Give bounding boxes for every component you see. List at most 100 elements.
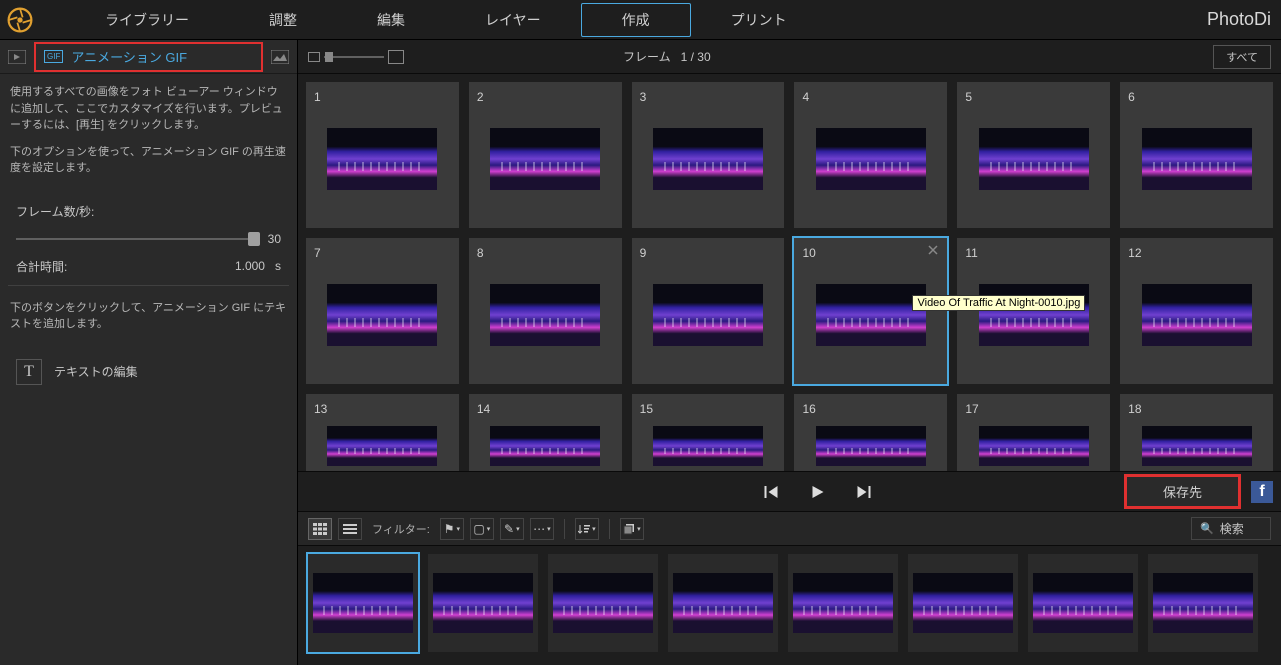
image-mode-icon[interactable] [269,46,291,68]
next-frame-button[interactable] [854,483,872,501]
search-label: 検索 [1220,520,1244,537]
filter-label: フィルター: [372,521,430,537]
frame-cell[interactable]: 9 [632,238,785,384]
zoom-slider[interactable] [324,56,384,58]
view-list-button[interactable] [338,518,362,540]
frame-number: 8 [475,244,616,266]
playback-mode-icon[interactable] [6,46,28,68]
close-icon[interactable] [927,244,939,256]
tool-bar: フィルター: ⚑▾ ▢▾ ✎▾ ⋯▾ ▾ ▾ 🔍 検索 [298,511,1281,545]
filmstrip [298,545,1281,665]
frame-thumbnail [816,426,926,466]
frame-thumbnail [490,128,600,190]
filmstrip-item[interactable] [428,554,538,652]
filmstrip-item[interactable] [1148,554,1258,652]
frame-cell[interactable]: 13 [306,394,459,471]
frame-cell[interactable]: 12 [1120,238,1273,384]
frame-cell[interactable]: 4 [794,82,947,228]
fps-value: 30 [268,232,281,246]
tab-layer[interactable]: レイヤー [445,2,581,38]
top-tab-bar: ライブラリー 調整 編集 レイヤー 作成 プリント PhotoDi [0,0,1281,40]
frame-thumbnail [490,284,600,346]
filmstrip-thumbnail [433,573,533,633]
frame-cell[interactable]: 16 [794,394,947,471]
frame-cell[interactable]: 8 [469,238,622,384]
play-button[interactable] [808,483,826,501]
gif-icon: GIF [44,50,63,63]
filter-flag-button[interactable]: ⚑▾ [440,518,464,540]
filmstrip-item[interactable] [908,554,1018,652]
frame-thumbnail [979,426,1089,466]
frame-number: 12 [1126,244,1267,266]
tab-adjust[interactable]: 調整 [229,2,337,38]
animation-gif-button[interactable]: GIF アニメーション GIF [34,42,263,72]
frame-thumbnail [816,128,926,190]
frame-thumbnail [327,426,437,466]
app-name-label: PhotoDi [1207,9,1271,30]
animation-gif-label: アニメーション GIF [71,47,187,66]
left-sidebar: GIF アニメーション GIF 使用するすべての画像をフォト ビューアー ウィン… [0,40,298,665]
zoom-small-icon[interactable] [308,52,320,62]
search-icon: 🔍 [1200,522,1214,535]
frame-thumbnail [979,284,1089,346]
fps-slider-thumb[interactable] [248,232,260,246]
filmstrip-thumbnail [313,573,413,633]
search-box[interactable]: 🔍 検索 [1191,517,1271,540]
tab-library[interactable]: ライブラリー [65,2,229,38]
view-grid-button[interactable] [308,518,332,540]
fps-label: フレーム数/秒: [16,203,94,220]
frame-cell[interactable]: 14 [469,394,622,471]
tab-print[interactable]: プリント [691,2,827,38]
filmstrip-item[interactable] [308,554,418,652]
filmstrip-item[interactable] [548,554,658,652]
frame-number: 14 [475,400,616,422]
frame-cell[interactable]: 3 [632,82,785,228]
frame-cell[interactable]: 10 Video Of Traffic At Night-0010.jpg [794,238,947,384]
frame-number: 10 [800,244,941,266]
playback-bar: 保存先 f [298,471,1281,511]
filter-label-button[interactable]: ▢▾ [470,518,494,540]
frame-thumbnail [653,426,763,466]
frame-number: 18 [1126,400,1267,422]
frame-cell[interactable]: 15 [632,394,785,471]
frame-number: 15 [638,400,779,422]
filmstrip-item[interactable] [668,554,778,652]
prev-frame-button[interactable] [762,483,780,501]
frame-cell[interactable]: 18 [1120,394,1273,471]
filmstrip-thumbnail [673,573,773,633]
filter-brush-button[interactable]: ✎▾ [500,518,524,540]
select-all-button[interactable]: すべて [1213,45,1271,69]
stack-button[interactable]: ▾ [620,518,644,540]
frame-thumbnail [490,426,600,466]
facebook-icon[interactable]: f [1251,481,1273,503]
tab-edit[interactable]: 編集 [337,2,445,38]
frame-cell[interactable]: 11 [957,238,1110,384]
sidebar-description-3: 下のボタンをクリックして、アニメーション GIF にテキストを追加します。 [10,300,287,333]
text-edit-button[interactable]: T テキストの編集 [0,353,297,391]
frame-thumbnail [1142,284,1252,346]
frame-thumbnail [816,284,926,346]
frame-cell[interactable]: 17 [957,394,1110,471]
total-time-value: 1.000 [235,259,265,273]
filter-more-button[interactable]: ⋯▾ [530,518,554,540]
save-to-button[interactable]: 保存先 [1124,474,1241,509]
frame-cell[interactable]: 5 [957,82,1110,228]
filmstrip-item[interactable] [1028,554,1138,652]
filmstrip-item[interactable] [788,554,898,652]
frame-cell[interactable]: 2 [469,82,622,228]
filename-tooltip: Video Of Traffic At Night-0010.jpg [912,295,1085,311]
frame-cell[interactable]: 1 [306,82,459,228]
sort-button[interactable]: ▾ [575,518,599,540]
filmstrip-thumbnail [553,573,653,633]
frame-number: 17 [963,400,1104,422]
frame-counter: 1 / 30 [681,50,711,64]
fps-slider[interactable] [16,238,254,240]
filmstrip-thumbnail [1033,573,1133,633]
tab-create[interactable]: 作成 [581,3,691,37]
frame-cell[interactable]: 6 [1120,82,1273,228]
frame-cell[interactable]: 7 [306,238,459,384]
sidebar-description-2: 下のオプションを使って、アニメーション GIF の再生速度を設定します。 [10,144,287,177]
frame-number: 3 [638,88,779,110]
frame-number: 9 [638,244,779,266]
zoom-large-icon[interactable] [388,50,404,64]
